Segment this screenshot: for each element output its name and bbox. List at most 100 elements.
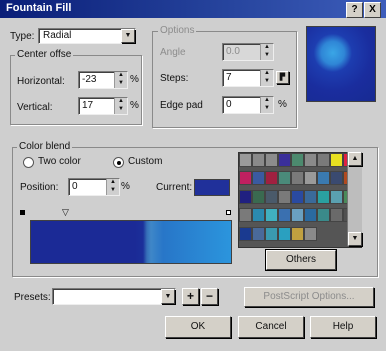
horizontal-label: Horizontal: bbox=[17, 76, 65, 87]
palette-swatch[interactable] bbox=[291, 226, 304, 241]
scroll-down-icon[interactable]: ▼ bbox=[348, 232, 362, 246]
palette-swatch[interactable] bbox=[252, 153, 265, 167]
postscript-options-button[interactable]: PostScript Options... bbox=[244, 287, 374, 307]
position-value: 0 bbox=[72, 181, 78, 192]
palette-swatch[interactable] bbox=[239, 171, 252, 186]
close-title-button[interactable]: X bbox=[364, 2, 381, 18]
help-title-button[interactable]: ? bbox=[346, 2, 363, 18]
palette-swatch[interactable] bbox=[304, 226, 317, 241]
presets-select[interactable]: ▼ bbox=[52, 288, 176, 305]
others-button[interactable]: Others bbox=[266, 250, 336, 270]
position-label: Position: bbox=[20, 182, 59, 193]
palette-swatch[interactable] bbox=[304, 171, 317, 186]
palette-swatch[interactable] bbox=[304, 189, 317, 204]
custom-radio-dot bbox=[116, 160, 121, 165]
add-preset-button[interactable]: + bbox=[182, 288, 199, 305]
palette-swatch[interactable] bbox=[252, 226, 265, 241]
edge-pad-field[interactable]: 0 ▲ ▼ bbox=[222, 96, 274, 114]
two-color-radio[interactable] bbox=[23, 157, 34, 168]
chevron-down-icon[interactable]: ▼ bbox=[161, 289, 175, 304]
palette-swatch[interactable] bbox=[265, 226, 278, 241]
palette-swatch[interactable] bbox=[278, 153, 291, 167]
presets-label: Presets: bbox=[14, 292, 51, 303]
current-label: Current: bbox=[156, 182, 193, 193]
vertical-field[interactable]: 17 ▲ ▼ bbox=[78, 97, 128, 115]
palette-swatch[interactable] bbox=[239, 189, 252, 204]
cancel-button[interactable]: Cancel bbox=[238, 316, 304, 338]
window-title: Fountain Fill bbox=[6, 2, 72, 14]
palette-swatch[interactable] bbox=[317, 189, 330, 204]
horizontal-unit: % bbox=[130, 74, 139, 85]
center-offset-title: Center offse bbox=[15, 49, 74, 60]
horizontal-spinner[interactable]: ▲ ▼ bbox=[114, 72, 127, 88]
scroll-up-icon[interactable]: ▲ bbox=[348, 152, 362, 166]
fill-preview bbox=[306, 26, 376, 102]
palette-swatch[interactable] bbox=[304, 208, 317, 223]
ok-button[interactable]: OK bbox=[165, 316, 231, 338]
custom-radio[interactable] bbox=[113, 157, 124, 168]
palette-swatch[interactable] bbox=[252, 171, 265, 186]
lock-icon[interactable]: ▛ bbox=[276, 71, 289, 84]
help-button[interactable]: Help bbox=[310, 316, 376, 338]
type-label: Type: bbox=[10, 31, 35, 42]
palette-scrollbar[interactable]: ▲ ▼ bbox=[347, 152, 362, 246]
angle-label: Angle bbox=[160, 47, 186, 58]
gradient-ramp[interactable] bbox=[30, 220, 232, 264]
type-value: Radial bbox=[43, 30, 72, 41]
steps-value: 7 bbox=[226, 72, 232, 83]
angle-spinner[interactable]: ▲ ▼ bbox=[260, 44, 273, 60]
palette-swatch[interactable] bbox=[291, 208, 304, 223]
palette-swatch[interactable] bbox=[278, 171, 291, 186]
palette-swatch[interactable] bbox=[317, 171, 330, 186]
type-select[interactable]: Radial ▼ bbox=[38, 28, 136, 44]
current-color-swatch[interactable] bbox=[194, 179, 230, 196]
remove-preset-button[interactable]: − bbox=[201, 288, 218, 305]
end-marker[interactable] bbox=[226, 210, 231, 215]
color-point-marker[interactable]: ▽ bbox=[62, 208, 69, 217]
vertical-label: Vertical: bbox=[17, 102, 53, 113]
palette-swatch[interactable] bbox=[317, 208, 330, 223]
palette-swatch[interactable] bbox=[239, 153, 252, 167]
edge-pad-spinner[interactable]: ▲ ▼ bbox=[260, 97, 273, 113]
palette-swatch[interactable] bbox=[265, 171, 278, 186]
palette-swatch[interactable] bbox=[304, 153, 317, 167]
color-blend-title: Color blend bbox=[17, 141, 73, 152]
steps-field[interactable]: 7 ▲ ▼ bbox=[222, 69, 274, 87]
palette-swatch[interactable] bbox=[265, 208, 278, 223]
palette-swatch[interactable] bbox=[239, 208, 252, 223]
position-field[interactable]: 0 ▲ ▼ bbox=[68, 178, 120, 196]
vertical-value: 17 bbox=[82, 100, 94, 111]
palette-swatch[interactable] bbox=[278, 189, 291, 204]
palette-swatch[interactable] bbox=[291, 189, 304, 204]
edge-pad-value: 0 bbox=[226, 99, 232, 110]
palette-swatch[interactable] bbox=[252, 208, 265, 223]
angle-field[interactable]: 0.0 ▲ ▼ bbox=[222, 43, 274, 61]
palette-swatch[interactable] bbox=[265, 153, 278, 167]
palette-swatch[interactable] bbox=[265, 189, 278, 204]
edge-pad-label: Edge pad bbox=[160, 100, 203, 111]
angle-value: 0.0 bbox=[226, 46, 240, 57]
palette-swatch[interactable] bbox=[239, 226, 252, 241]
vertical-spinner[interactable]: ▲ ▼ bbox=[114, 98, 127, 114]
edge-pad-unit: % bbox=[278, 99, 287, 110]
palette-swatch[interactable] bbox=[330, 171, 343, 186]
palette-swatch[interactable] bbox=[291, 171, 304, 186]
options-title: Options bbox=[158, 25, 197, 36]
steps-label: Steps: bbox=[160, 73, 189, 84]
custom-label: Custom bbox=[128, 156, 163, 167]
palette-swatch[interactable] bbox=[278, 226, 291, 241]
palette-swatch[interactable] bbox=[330, 153, 343, 167]
horizontal-field[interactable]: -23 ▲ ▼ bbox=[78, 71, 128, 89]
palette-swatch[interactable] bbox=[278, 208, 291, 223]
start-marker[interactable] bbox=[20, 210, 25, 215]
chevron-down-icon[interactable]: ▼ bbox=[121, 29, 135, 43]
palette-swatch[interactable] bbox=[317, 153, 330, 167]
position-spinner[interactable]: ▲ ▼ bbox=[106, 179, 119, 195]
horizontal-value: -23 bbox=[82, 74, 97, 85]
position-unit: % bbox=[121, 181, 130, 192]
palette-swatch[interactable] bbox=[252, 189, 265, 204]
palette-swatch[interactable] bbox=[330, 208, 343, 223]
palette-swatch[interactable] bbox=[330, 189, 343, 204]
steps-spinner[interactable]: ▲ ▼ bbox=[260, 70, 273, 86]
palette-swatch[interactable] bbox=[291, 153, 304, 167]
